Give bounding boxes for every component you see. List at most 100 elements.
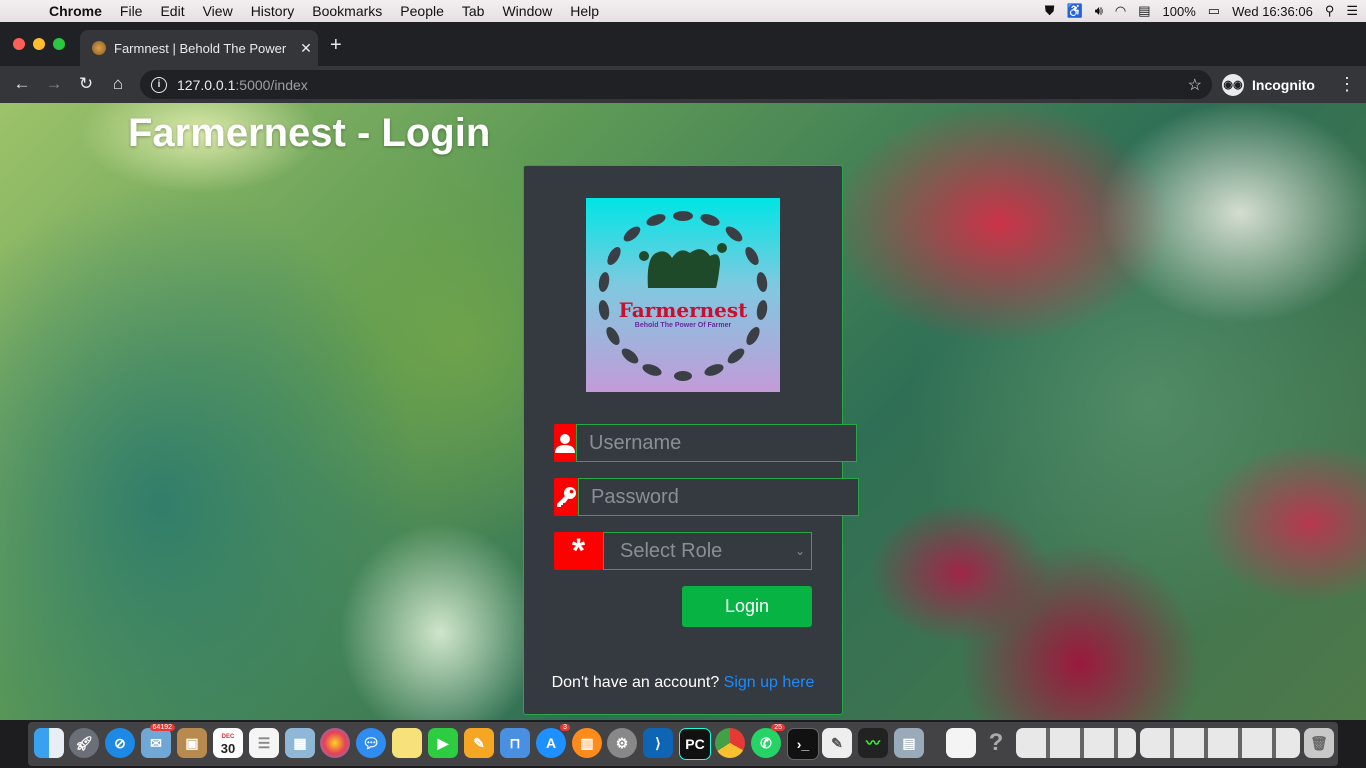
browser-tab[interactable]: Farmnest | Behold The Power ✕ — [80, 30, 318, 66]
menu-help[interactable]: Help — [561, 3, 608, 19]
finder-icon[interactable] — [34, 728, 64, 758]
password-input[interactable] — [578, 478, 859, 516]
clock[interactable]: Wed 16:36:06 — [1232, 4, 1313, 19]
tab-strip: Farmnest | Behold The Power ✕ + — [0, 22, 1366, 66]
menu-view[interactable]: View — [194, 3, 242, 19]
favicon-icon — [92, 41, 106, 55]
browser-toolbar: ← → ↻ ⌂ i 127.0.0.1 :5000/index ☆ ◉◉ Inc… — [0, 66, 1366, 103]
battery-percent[interactable]: 100% — [1163, 4, 1196, 19]
signup-prompt: Don't have an account? Sign up here — [524, 674, 842, 692]
terminal-icon[interactable]: ›_ — [787, 728, 819, 760]
incognito-indicator[interactable]: ◉◉ Incognito — [1222, 70, 1315, 99]
battery-icon[interactable]: ▭ — [1208, 3, 1220, 19]
logo-brand-text: Farmernest — [618, 298, 748, 322]
calendar-icon[interactable]: DEC 30 — [213, 728, 243, 758]
page-background: Farmernest - Login Farmernest Behold The… — [0, 103, 1366, 720]
menu-file[interactable]: File — [111, 3, 152, 19]
launchpad-icon[interactable]: 🚀︎ — [69, 728, 99, 758]
macos-dock: 🚀︎ ⊘ ✉ 64192 ▣ DEC 30 ☰ ▦ 💬︎ ▶ ✎ ⊓ A3 ▥ ⚙… — [0, 720, 1366, 768]
wreath-icon — [598, 211, 768, 381]
reload-icon[interactable]: ↻ — [76, 74, 96, 94]
menu-people[interactable]: People — [391, 3, 453, 19]
wifi-icon[interactable]: ◠ — [1115, 3, 1126, 19]
menu-edit[interactable]: Edit — [151, 3, 193, 19]
bookmark-star-icon[interactable]: ☆ — [1188, 75, 1202, 95]
close-window-button[interactable] — [13, 38, 25, 50]
minimize-window-button[interactable] — [33, 38, 45, 50]
home-icon[interactable]: ⌂ — [108, 74, 128, 94]
menu-bookmarks[interactable]: Bookmarks — [303, 3, 391, 19]
incognito-label: Incognito — [1252, 76, 1315, 93]
asterisk-icon: * — [554, 532, 603, 570]
whatsapp-badge: 25 — [771, 724, 785, 731]
menu-kebab-icon[interactable]: ⋮ — [1338, 74, 1356, 95]
menu-history[interactable]: History — [242, 3, 304, 19]
contacts-icon[interactable]: ▣ — [177, 728, 207, 758]
flag-icon[interactable]: ▤ — [1138, 3, 1150, 19]
activity-monitor-icon[interactable]: 〰 — [858, 728, 888, 758]
menu-chrome[interactable]: Chrome — [40, 3, 111, 19]
shield-icon[interactable]: ⛊ — [1045, 3, 1055, 19]
photos-icon[interactable] — [320, 728, 350, 758]
help-icon[interactable]: ? — [981, 728, 1011, 758]
login-button[interactable]: Login — [682, 586, 812, 627]
url-host: 127.0.0.1 — [177, 76, 236, 93]
vscode-icon[interactable]: ⟩ — [643, 728, 673, 758]
page-title: Farmernest - Login — [128, 111, 491, 155]
image-capture-icon[interactable]: ▤ — [894, 728, 924, 758]
accessibility-icon[interactable]: ♿ — [1067, 3, 1083, 19]
incognito-icon: ◉◉ — [1222, 73, 1244, 96]
site-info-icon[interactable]: i — [151, 76, 167, 93]
role-group: * Select Role ⌄ — [554, 532, 812, 570]
role-select[interactable]: Select Role ⌄ — [603, 532, 812, 570]
macos-menubar: Chrome File Edit View History Bookmarks … — [0, 0, 1366, 22]
back-icon[interactable]: ← — [12, 74, 32, 94]
url-path: :5000/index — [235, 76, 308, 93]
menu-tab[interactable]: Tab — [453, 3, 494, 19]
preview-icon[interactable]: ▦ — [285, 728, 315, 758]
minimized-windows-2[interactable] — [1140, 728, 1300, 758]
mail-icon[interactable]: ✉ 64192 — [141, 724, 175, 758]
close-tab-icon[interactable]: ✕ — [294, 40, 318, 57]
appstore-badge: 3 — [560, 724, 570, 731]
notification-center-icon[interactable]: ☰ — [1346, 3, 1358, 19]
system-preferences-icon[interactable]: ⚙ — [607, 728, 637, 758]
appstore-icon[interactable]: A3 — [536, 724, 570, 758]
logo-tagline: Behold The Power Of Farmer — [634, 322, 732, 329]
chrome-icon[interactable] — [715, 728, 745, 758]
trash-icon[interactable]: 🗑︎ — [1304, 728, 1334, 758]
mail-badge: 64192 — [149, 724, 175, 731]
signup-text: Don't have an account? — [551, 674, 720, 691]
pycharm-icon[interactable]: PC — [679, 728, 711, 760]
farmernest-logo: Farmernest Behold The Power Of Farmer — [586, 198, 780, 392]
signup-link[interactable]: Sign up here — [724, 674, 815, 691]
role-select-value: Select Role — [620, 539, 723, 562]
zoom-window-button[interactable] — [53, 38, 65, 50]
spotlight-icon[interactable]: ⚲ — [1325, 3, 1335, 19]
safari-icon[interactable]: ⊘ — [105, 728, 135, 758]
reminders-icon[interactable]: ☰ — [249, 728, 279, 758]
books-icon[interactable]: ▥ — [572, 728, 602, 758]
password-group — [554, 478, 859, 516]
login-card: Farmernest Behold The Power Of Farmer * … — [523, 165, 859, 715]
key-icon — [554, 478, 578, 516]
textedit-icon[interactable]: ✎ — [822, 728, 852, 758]
forward-icon[interactable]: → — [44, 74, 64, 94]
address-bar[interactable]: i 127.0.0.1 :5000/index ☆ — [140, 70, 1212, 99]
facetime-icon[interactable]: ▶ — [428, 728, 458, 758]
username-input[interactable] — [576, 424, 857, 462]
username-group — [554, 424, 857, 462]
document-icon[interactable] — [946, 728, 976, 758]
volume-icon[interactable]: 🔊︎ — [1095, 3, 1103, 19]
minimized-windows[interactable] — [1016, 728, 1136, 758]
user-icon — [554, 424, 576, 462]
pages-icon[interactable]: ✎ — [464, 728, 494, 758]
notes-icon[interactable] — [392, 728, 422, 758]
menu-window[interactable]: Window — [493, 3, 561, 19]
new-tab-icon[interactable]: + — [330, 34, 342, 57]
messages-icon[interactable]: 💬︎ — [356, 728, 386, 758]
calendar-day: 30 — [220, 741, 236, 756]
whatsapp-icon[interactable]: ✆ 25 — [751, 724, 785, 758]
chevron-down-icon: ⌄ — [794, 544, 805, 558]
keynote-icon[interactable]: ⊓ — [500, 728, 530, 758]
